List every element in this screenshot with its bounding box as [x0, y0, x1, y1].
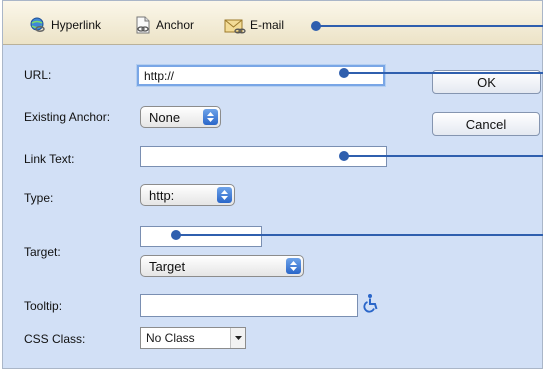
existing-anchor-select[interactable]: None — [140, 106, 221, 128]
tab-email-label: E-mail — [250, 18, 285, 32]
type-value: http: — [149, 187, 175, 203]
tooltip-label: Tooltip: — [24, 299, 63, 313]
accessibility-icon[interactable] — [363, 293, 379, 316]
tab-email[interactable]: E-mail — [224, 16, 284, 34]
callout-dot — [339, 151, 349, 161]
css-class-select[interactable]: No Class — [140, 327, 246, 349]
callout-dot — [171, 230, 181, 240]
link-text-label: Link Text: — [24, 152, 75, 166]
css-class-label: CSS Class: — [24, 332, 86, 346]
callout-dot — [311, 21, 321, 31]
tab-hyperlink-label: Hyperlink — [51, 18, 102, 32]
tab-bar: Hyperlink Anchor E-mail — [3, 1, 542, 45]
anchor-icon — [136, 16, 150, 34]
css-class-value: No Class — [146, 331, 195, 345]
existing-anchor-label: Existing Anchor: — [24, 110, 111, 124]
target-label: Target: — [24, 245, 61, 259]
callout-line — [316, 25, 543, 27]
target-input[interactable] — [140, 226, 262, 247]
callout-line — [344, 155, 543, 157]
updown-arrows-icon — [217, 187, 232, 203]
existing-anchor-value: None — [149, 109, 181, 125]
callout-line — [344, 72, 543, 74]
tooltip-input[interactable] — [140, 294, 358, 317]
type-label: Type: — [24, 191, 54, 205]
target-select[interactable]: Target — [140, 255, 304, 277]
chevron-down-icon — [230, 328, 245, 348]
tab-hyperlink[interactable]: Hyperlink — [29, 16, 101, 34]
tab-anchor-label: Anchor — [156, 18, 195, 32]
callout-line — [176, 234, 543, 236]
globe-link-icon — [30, 17, 45, 32]
updown-arrows-icon — [203, 109, 218, 125]
target-select-value: Target — [149, 258, 186, 274]
cancel-button[interactable]: Cancel — [432, 112, 540, 136]
callout-dot — [339, 68, 349, 78]
envelope-icon — [224, 19, 246, 34]
hyperlink-dialog: Hyperlink Anchor E-mail URL: Existing An… — [2, 0, 543, 369]
updown-arrows-icon — [286, 258, 301, 274]
type-select[interactable]: http: — [140, 184, 235, 206]
url-label: URL: — [24, 68, 52, 82]
tab-anchor[interactable]: Anchor — [134, 16, 194, 34]
